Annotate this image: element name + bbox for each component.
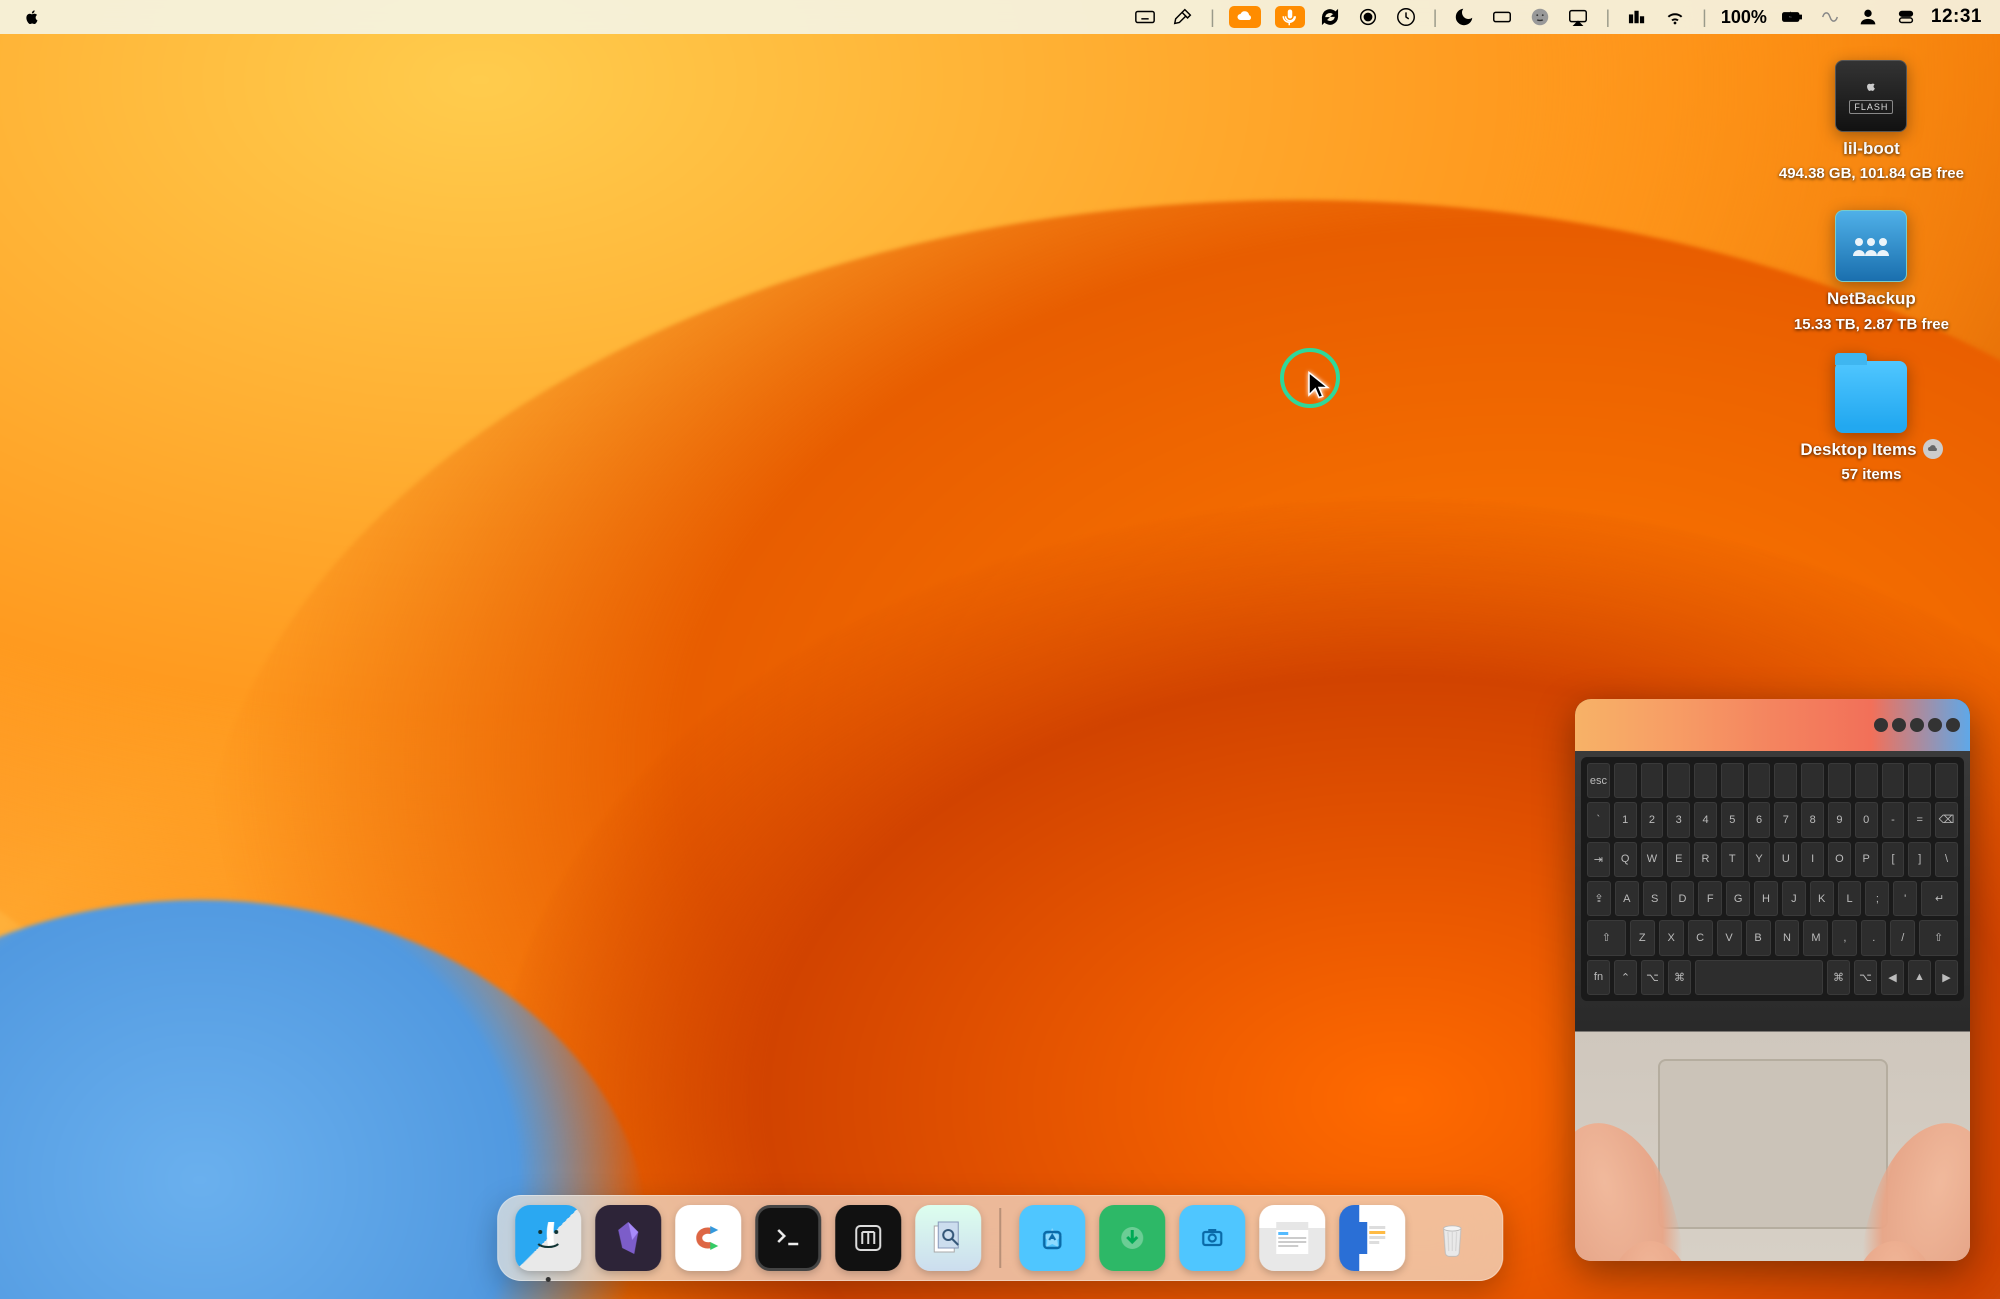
dock-minimized-window-2[interactable] xyxy=(1339,1205,1405,1271)
dock-coteditor[interactable] xyxy=(675,1205,741,1271)
folder-name: Desktop Items xyxy=(1800,439,1916,460)
apple-menu-icon[interactable] xyxy=(22,7,42,27)
drive-sub: 494.38 GB, 101.84 GB free xyxy=(1779,165,1964,182)
desktop-drive-netbackup[interactable]: NetBackup 15.33 TB, 2.87 TB free xyxy=(1794,210,1949,332)
display-icon[interactable] xyxy=(1489,4,1515,30)
dock-obsidian[interactable] xyxy=(595,1205,661,1271)
pip-titlebar xyxy=(1575,699,1970,751)
dock-screenshots-folder[interactable] xyxy=(1179,1205,1245,1271)
menu-clock[interactable]: 12:31 xyxy=(1931,6,1982,28)
time-machine-icon[interactable] xyxy=(1393,4,1419,30)
little-snitch-icon[interactable] xyxy=(1355,4,1381,30)
network-drive-icon xyxy=(1835,210,1907,282)
dock-separator xyxy=(999,1208,1001,1268)
drive-name: NetBackup xyxy=(1827,288,1916,309)
wifi-icon[interactable] xyxy=(1662,4,1688,30)
keyboard-icon[interactable] xyxy=(1132,4,1158,30)
folder-sub: 57 items xyxy=(1841,466,1901,483)
menu-bar: | | | | 100% 12:31 xyxy=(0,0,2000,34)
cloud-status-icon[interactable] xyxy=(1229,6,1261,28)
trackpad-visual xyxy=(1658,1059,1888,1229)
battery-icon[interactable] xyxy=(1779,4,1805,30)
script-icon[interactable] xyxy=(1817,4,1843,30)
user-icon[interactable] xyxy=(1855,4,1881,30)
do-not-disturb-icon[interactable] xyxy=(1451,4,1477,30)
stats-icon[interactable] xyxy=(1624,4,1650,30)
internal-drive-icon: FLASH xyxy=(1835,60,1907,132)
control-center-icon[interactable] xyxy=(1893,4,1919,30)
desktop-icons: FLASH lil-boot 494.38 GB, 101.84 GB free… xyxy=(1779,60,1964,483)
dock-applications-folder[interactable] xyxy=(1019,1205,1085,1271)
dock-minimized-window-1[interactable] xyxy=(1259,1205,1325,1271)
dock-trash[interactable] xyxy=(1419,1205,1485,1271)
desktop-folder-items[interactable]: Desktop Items 57 items xyxy=(1800,361,1942,483)
drive-sub: 15.33 TB, 2.87 TB free xyxy=(1794,316,1949,333)
dock-downloads-folder[interactable] xyxy=(1099,1205,1165,1271)
dock-preview[interactable] xyxy=(915,1205,981,1271)
hammer-icon[interactable] xyxy=(1170,4,1196,30)
keyboard-visual: esc `1234567890-=⌫ ⇥QWERTYUIOP[]\ ⇪ASDFG… xyxy=(1581,757,1964,1001)
battery-percent[interactable]: 100% xyxy=(1721,7,1767,28)
dock xyxy=(497,1195,1503,1281)
pip-content: esc `1234567890-=⌫ ⇥QWERTYUIOP[]\ ⇪ASDFG… xyxy=(1575,751,1970,1261)
desktop-drive-lil-boot[interactable]: FLASH lil-boot 494.38 GB, 101.84 GB free xyxy=(1779,60,1964,182)
dock-app-5[interactable] xyxy=(835,1205,901,1271)
screen-mirror-icon[interactable] xyxy=(1565,4,1591,30)
cloud-sync-badge-icon xyxy=(1923,439,1943,459)
drive-name: lil-boot xyxy=(1843,138,1900,159)
microphone-active-icon[interactable] xyxy=(1275,6,1305,28)
folder-icon xyxy=(1835,361,1907,433)
camera-pip-window[interactable]: esc `1234567890-=⌫ ⇥QWERTYUIOP[]\ ⇪ASDFG… xyxy=(1575,699,1970,1261)
face-icon[interactable] xyxy=(1527,4,1553,30)
mouse-cursor-icon xyxy=(1304,370,1334,405)
dock-terminal[interactable] xyxy=(755,1205,821,1271)
sync-icon[interactable] xyxy=(1317,4,1343,30)
dock-finder[interactable] xyxy=(515,1205,581,1271)
